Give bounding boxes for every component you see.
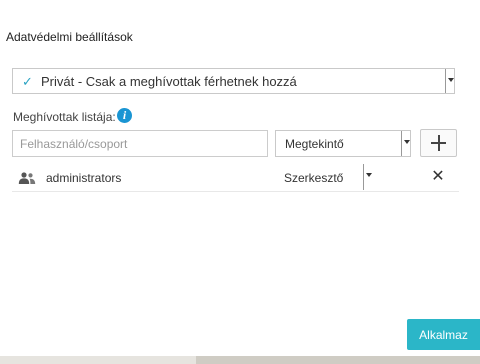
- chevron-down-icon: [448, 78, 454, 82]
- check-icon: ✓: [22, 74, 33, 89]
- permission-selected-value: Megtekintő: [285, 137, 344, 151]
- close-icon[interactable]: ✕: [430, 168, 446, 186]
- dropdown-handle[interactable]: [401, 131, 410, 156]
- users-icon: [18, 172, 36, 184]
- dialog-title: Adatvédelmi beállítások: [6, 30, 133, 44]
- invite-list-label: Meghívottak listája:: [13, 110, 116, 124]
- chevron-down-icon: [366, 173, 372, 177]
- member-permission-value: Szerkesztő: [284, 171, 344, 185]
- visibility-selected-value: Privát - Csak a meghívottak férhetnek ho…: [41, 74, 297, 89]
- visibility-select[interactable]: ✓ Privát - Csak a meghívottak férhetnek …: [12, 68, 455, 94]
- dropdown-handle[interactable]: [363, 164, 372, 190]
- member-permission-select[interactable]: Szerkesztő: [282, 164, 372, 190]
- privacy-settings-dialog: Adatvédelmi beállítások ✓ Privát - Csak …: [0, 0, 480, 356]
- member-row: administrators Szerkesztő ✕: [12, 164, 459, 192]
- info-icon[interactable]: i: [117, 108, 132, 123]
- apply-button[interactable]: Alkalmaz: [407, 319, 480, 350]
- chevron-down-icon: [404, 140, 410, 144]
- permission-select[interactable]: Megtekintő: [275, 130, 411, 157]
- user-group-input[interactable]: [12, 130, 268, 157]
- dropdown-handle[interactable]: [445, 69, 454, 93]
- add-invitee-button[interactable]: [420, 129, 457, 157]
- background-page: [0, 356, 480, 364]
- member-name: administrators: [46, 171, 122, 185]
